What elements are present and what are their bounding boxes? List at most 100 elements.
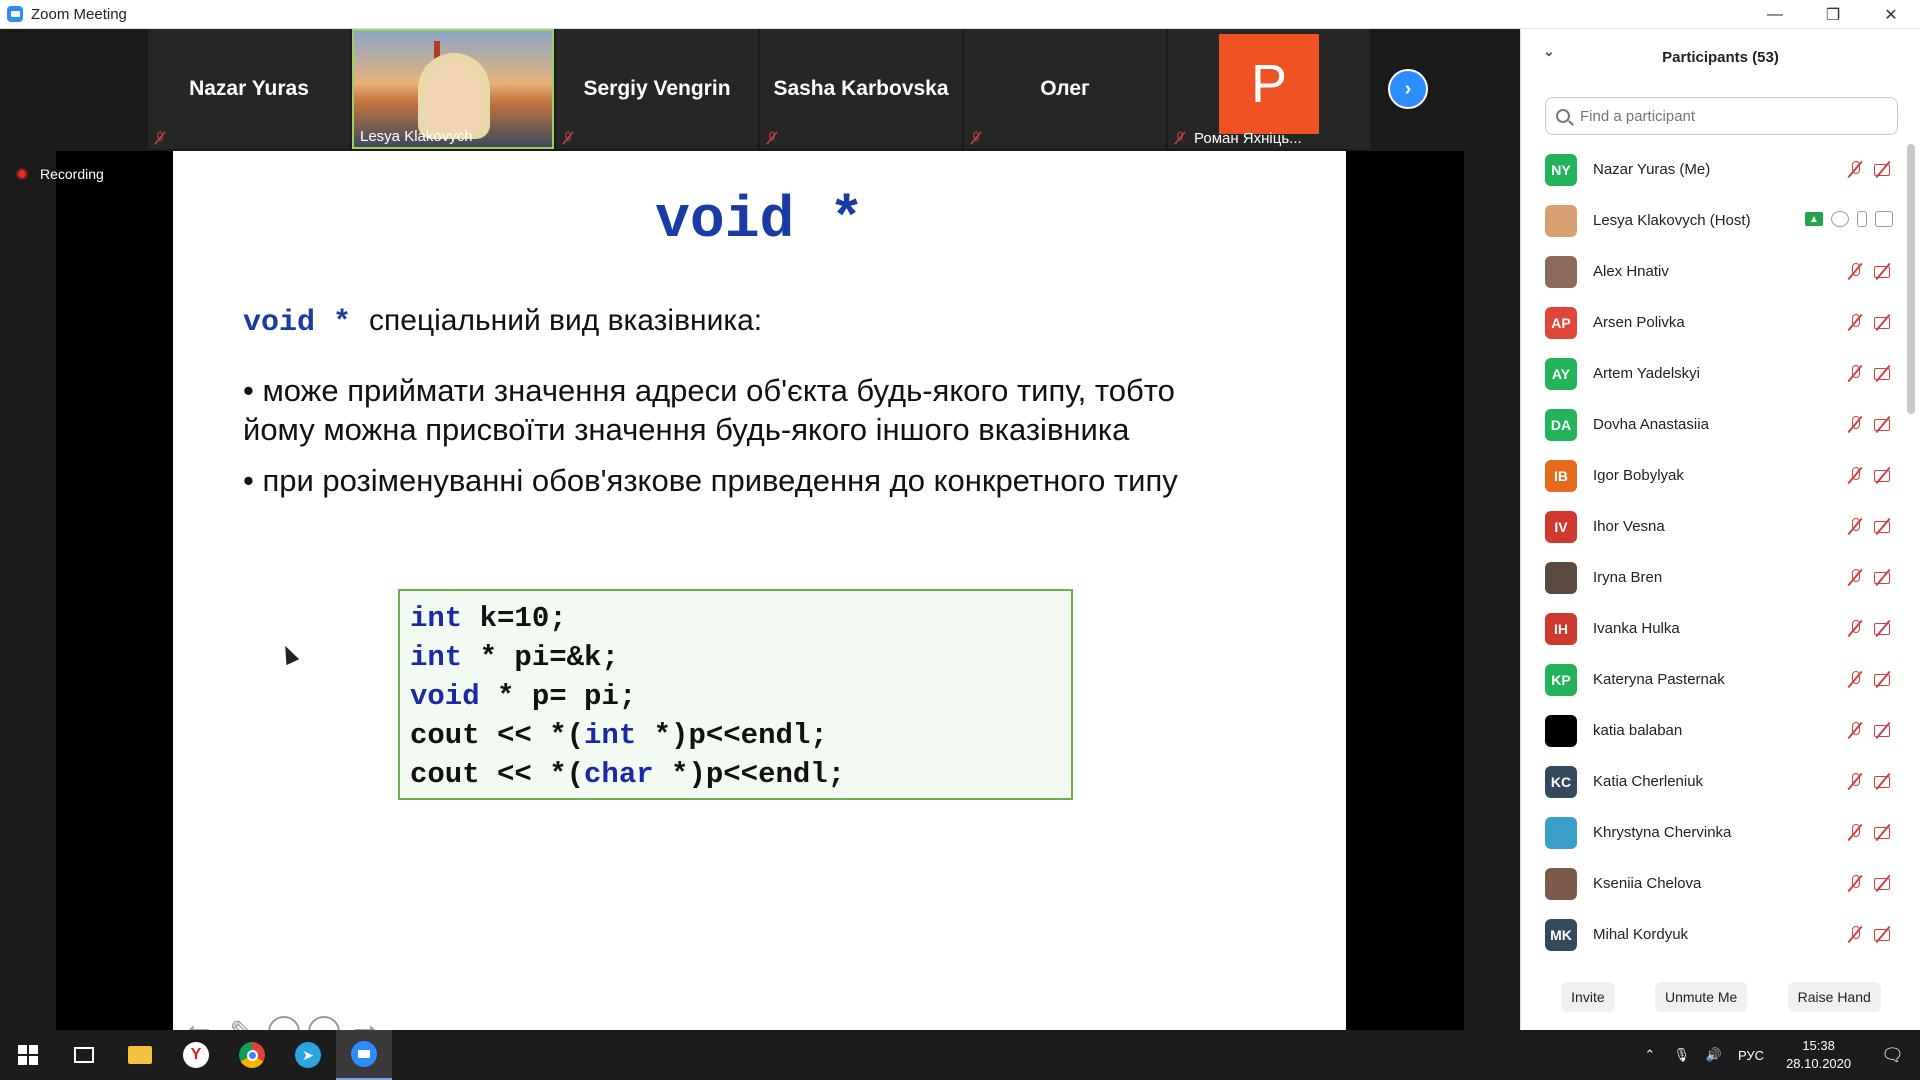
avatar: IV: [1545, 510, 1577, 543]
participant-status-icons: ▲: [1805, 211, 1893, 227]
video-off-icon: [1873, 823, 1893, 841]
muted-mic-icon: [1845, 364, 1865, 382]
invite-button[interactable]: Invite: [1561, 982, 1615, 1012]
start-button[interactable]: [0, 1030, 56, 1080]
chevron-down-icon[interactable]: ⌄: [1543, 43, 1555, 60]
chevron-up-icon[interactable]: ⌃: [1644, 1047, 1655, 1063]
avatar: KP: [1545, 663, 1577, 696]
language-indicator[interactable]: РУС: [1738, 1048, 1764, 1063]
zoom-app-icon: [7, 6, 23, 22]
muted-mic-icon: [1845, 313, 1865, 331]
participant-row[interactable]: katia balaban: [1521, 705, 1905, 756]
participant-row[interactable]: DA Dovha Anastasiia: [1521, 399, 1905, 450]
code-text: cout << *(: [410, 719, 585, 752]
participant-row[interactable]: NY Nazar Yuras (Me): [1521, 144, 1905, 195]
restore-button[interactable]: ❐: [1804, 0, 1862, 29]
avatar: MK: [1545, 918, 1577, 951]
participant-row[interactable]: Kseniia Chelova: [1521, 858, 1905, 909]
participants-footer: Invite Unmute Me Raise Hand: [1521, 982, 1920, 1012]
minimize-button[interactable]: —: [1746, 0, 1804, 29]
participant-row[interactable]: Khrystyna Chervinka: [1521, 807, 1905, 858]
participant-list: NY Nazar Yuras (Me) Lesya Klakovych (Host)…: [1521, 144, 1905, 960]
task-view-icon[interactable]: [56, 1030, 112, 1080]
muted-mic-icon: [1845, 823, 1865, 841]
participant-row[interactable]: AP Arsen Polivka: [1521, 297, 1905, 348]
microphone-icon[interactable]: 🎙: [1673, 1047, 1690, 1063]
video-tile[interactable]: P Роман Яхніць...: [1168, 29, 1370, 149]
participant-name: Alex Hnativ: [1593, 263, 1669, 280]
participants-header: ⌄ Participants (53): [1521, 29, 1920, 85]
raise-hand-button[interactable]: Raise Hand: [1787, 982, 1881, 1012]
participant-row[interactable]: KP Kateryna Pasternak: [1521, 654, 1905, 705]
avatar: [1545, 714, 1577, 747]
participants-title: Participants (53): [1662, 48, 1779, 66]
muted-mic-icon: [1845, 262, 1865, 280]
video-off-icon: [1873, 568, 1893, 586]
slide-bullets: • може приймати значення адреси об'єкта …: [243, 371, 1243, 512]
participant-row[interactable]: Lesya Klakovych (Host) ▲: [1521, 195, 1905, 246]
video-off-icon: [1873, 364, 1893, 382]
participant-row[interactable]: AY Artem Yadelskyi: [1521, 348, 1905, 399]
participant-name: Igor Bobylyak: [1593, 467, 1684, 484]
video-tile[interactable]: Олег: [964, 29, 1166, 149]
participant-row[interactable]: IV Ihor Vesna: [1521, 501, 1905, 552]
participant-row[interactable]: MK Mihal Kordyuk: [1521, 909, 1905, 960]
slide-title: void *: [655, 189, 864, 254]
participant-row[interactable]: Iryna Bren: [1521, 552, 1905, 603]
video-tile[interactable]: Sergiy Vengrin: [556, 29, 758, 149]
participant-list-scrollbar[interactable]: [1907, 144, 1915, 414]
bullet-item: • може приймати значення адреси об'єкта …: [243, 373, 1175, 447]
muted-mic-icon: [1845, 415, 1865, 433]
video-off-icon: [1873, 772, 1893, 790]
code-text: *)p<<endl;: [653, 758, 846, 791]
yandex-browser-icon[interactable]: Y: [168, 1030, 224, 1080]
video-tile[interactable]: Sasha Karbovska: [760, 29, 962, 149]
meeting-area: Nazar Yuras Lesya Klakovych Sergiy Vengr…: [0, 29, 1520, 1049]
participant-status-icons: [1845, 772, 1893, 790]
avatar: DA: [1545, 408, 1577, 441]
participant-status-icons: [1845, 517, 1893, 535]
muted-mic-icon: [1845, 619, 1865, 637]
gallery-strip: Nazar Yuras Lesya Klakovych Sergiy Vengr…: [148, 29, 1370, 149]
close-button[interactable]: ✕: [1862, 0, 1920, 29]
code-line: void * p= pi;: [410, 677, 1061, 716]
participant-search-input[interactable]: [1580, 107, 1880, 125]
participant-row[interactable]: Alex Hnativ: [1521, 246, 1905, 297]
participant-status-icons: [1845, 619, 1893, 637]
person-face: [426, 63, 482, 133]
participant-name: Artem Yadelskyi: [1593, 365, 1700, 382]
participant-search[interactable]: [1545, 97, 1898, 135]
participant-status-icons: [1845, 415, 1893, 433]
unmute-me-button[interactable]: Unmute Me: [1654, 982, 1748, 1012]
code-text: *)p<<endl;: [636, 719, 828, 752]
recording-label: Recording: [40, 166, 104, 182]
tile-name: Sasha Karbovska: [773, 77, 949, 100]
share-screen-icon: ▲: [1805, 212, 1823, 226]
gallery-next-button[interactable]: ›: [1388, 69, 1428, 109]
video-tile-active[interactable]: Lesya Klakovych: [352, 29, 554, 149]
participant-row[interactable]: KC Katia Cherleniuk: [1521, 756, 1905, 807]
video-tile[interactable]: Nazar Yuras: [148, 29, 350, 149]
video-off-icon: [1873, 262, 1893, 280]
speaker-icon[interactable]: 🔊: [1706, 1047, 1722, 1063]
file-explorer-icon[interactable]: [112, 1030, 168, 1080]
participant-row[interactable]: IB Igor Bobylyak: [1521, 450, 1905, 501]
tile-name: Nazar Yuras: [189, 77, 309, 100]
participant-row[interactable]: IH Ivanka Hulka: [1521, 603, 1905, 654]
chrome-icon[interactable]: [224, 1030, 280, 1080]
video-icon: [1875, 211, 1893, 227]
code-keyword: int: [584, 719, 637, 752]
code-line: cout << *(int *)p<<endl;: [410, 716, 1061, 755]
muted-mic-icon: [1174, 131, 1186, 145]
clock[interactable]: 15:38 28.10.2020: [1786, 1037, 1851, 1073]
telegram-icon[interactable]: ➤: [280, 1030, 336, 1080]
participant-status-icons: [1845, 925, 1893, 943]
notifications-icon[interactable]: 🗨: [1881, 1045, 1904, 1066]
clock-date: 28.10.2020: [1786, 1056, 1852, 1071]
avatar: AY: [1545, 357, 1577, 390]
zoom-taskbar-icon[interactable]: [336, 1030, 392, 1080]
participant-name: Kseniia Chelova: [1593, 875, 1702, 892]
recording-indicator[interactable]: Recording: [16, 166, 104, 182]
code-block: int k=10; int * pi=&k; void * p= pi; cout <…: [398, 589, 1073, 800]
video-off-icon: [1873, 415, 1893, 433]
